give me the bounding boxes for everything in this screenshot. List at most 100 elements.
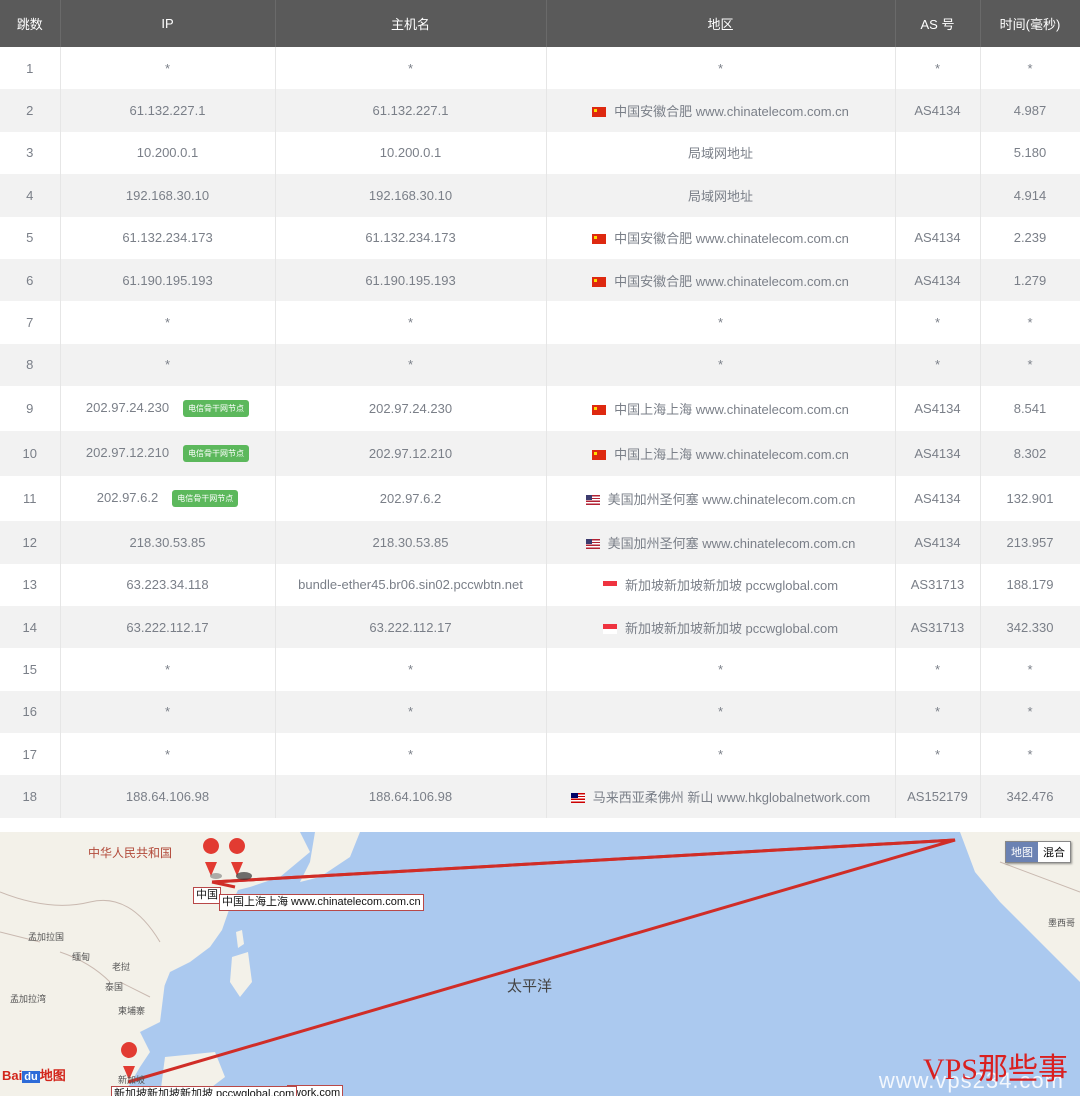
- ip-cell[interactable]: 61.132.227.1: [60, 89, 275, 131]
- hostname-cell: *: [275, 47, 546, 89]
- hop-cell: 12: [0, 521, 60, 563]
- time-cell: *: [980, 733, 1080, 775]
- time-cell-text: 8.541: [1014, 401, 1047, 416]
- ip-cell[interactable]: 10.200.0.1: [60, 132, 275, 174]
- time-cell: 5.180: [980, 132, 1080, 174]
- ip-cell[interactable]: 192.168.30.10: [60, 174, 275, 216]
- hop-cell-text: 17: [23, 747, 37, 762]
- map-popup-singapore: 新加坡新加坡新加坡 pccwglobal.com: [111, 1086, 297, 1096]
- ip-cell[interactable]: *: [60, 47, 275, 89]
- table-row: 261.132.227.161.132.227.1中国安徽合肥 www.chin…: [0, 89, 1080, 131]
- hop-cell: 4: [0, 174, 60, 216]
- ip-cell[interactable]: *: [60, 691, 275, 733]
- hop-cell: 13: [0, 564, 60, 606]
- table-row: 18188.64.106.98188.64.106.98马来西亚柔佛州 新山 w…: [0, 775, 1080, 817]
- ip-cell[interactable]: *: [60, 648, 275, 690]
- as-cell-text: *: [935, 315, 940, 330]
- table-row: 561.132.234.17361.132.234.173中国安徽合肥 www.…: [0, 217, 1080, 259]
- as-cell-text: AS4134: [914, 230, 960, 245]
- header-hostname[interactable]: 主机名: [275, 0, 546, 47]
- table-row: 7*****: [0, 301, 1080, 343]
- ip-cell-text: 202.97.6.2: [97, 490, 158, 505]
- header-time[interactable]: 时间(毫秒): [980, 0, 1080, 47]
- ip-cell[interactable]: *: [60, 344, 275, 386]
- region-cell: 局域网地址: [546, 174, 895, 216]
- hop-cell: 10: [0, 431, 60, 476]
- ip-cell[interactable]: 218.30.53.85: [60, 521, 275, 563]
- flag-us-icon: [586, 539, 600, 549]
- ip-cell[interactable]: 202.97.6.2电信骨干网节点: [60, 476, 275, 521]
- hostname-cell: 10.200.0.1: [275, 132, 546, 174]
- ip-cell[interactable]: 202.97.12.210电信骨干网节点: [60, 431, 275, 476]
- hostname-cell-text: 192.168.30.10: [369, 188, 452, 203]
- flag-cn-icon: [592, 277, 606, 287]
- table-row: 310.200.0.110.200.0.1局域网地址5.180: [0, 132, 1080, 174]
- hostname-cell-text: *: [408, 315, 413, 330]
- ip-cell[interactable]: 63.222.112.17: [60, 606, 275, 648]
- traceroute-table: 跳数 IP 主机名 地区 AS 号 时间(毫秒) 1*****261.132.2…: [0, 0, 1080, 818]
- as-cell-text: AS4134: [914, 446, 960, 461]
- hop-cell-text: 14: [23, 620, 37, 635]
- hop-cell-text: 8: [26, 357, 33, 372]
- region-cell: 马来西亚柔佛州 新山 www.hkglobalnetwork.com: [546, 775, 895, 817]
- as-cell: *: [895, 301, 980, 343]
- header-as[interactable]: AS 号: [895, 0, 980, 47]
- hostname-cell: 188.64.106.98: [275, 775, 546, 817]
- ip-cell-text: *: [165, 747, 170, 762]
- hostname-cell-text: *: [408, 747, 413, 762]
- ip-cell[interactable]: 63.223.34.118: [60, 564, 275, 606]
- as-cell: AS4134: [895, 89, 980, 131]
- region-cell: 美国加州圣何塞 www.chinatelecom.com.cn: [546, 521, 895, 563]
- hostname-cell: *: [275, 648, 546, 690]
- header-ip[interactable]: IP: [60, 0, 275, 47]
- region-cell-text: *: [718, 357, 723, 372]
- hostname-cell: 202.97.6.2: [275, 476, 546, 521]
- ip-cell[interactable]: *: [60, 301, 275, 343]
- map-type-hybrid-button[interactable]: 混合: [1038, 842, 1070, 862]
- table-row: 1*****: [0, 47, 1080, 89]
- map-label: 孟加拉湾: [10, 992, 46, 1005]
- time-cell: 213.957: [980, 521, 1080, 563]
- ip-cell[interactable]: 61.132.234.173: [60, 217, 275, 259]
- time-cell-text: 5.180: [1014, 145, 1047, 160]
- ip-cell[interactable]: 188.64.106.98: [60, 775, 275, 817]
- hostname-cell-text: *: [408, 61, 413, 76]
- table-row: 661.190.195.19361.190.195.193中国安徽合肥 www.…: [0, 259, 1080, 301]
- hop-cell-text: 15: [23, 662, 37, 677]
- as-cell: *: [895, 691, 980, 733]
- time-cell-text: 188.179: [1007, 577, 1054, 592]
- map-type-map-button[interactable]: 地图: [1006, 842, 1038, 862]
- ip-cell[interactable]: 61.190.195.193: [60, 259, 275, 301]
- baidu-logo[interactable]: Baidu地图: [2, 1065, 66, 1084]
- map-popup-shanghai: 中国上海上海 www.chinatelecom.com.cn: [219, 894, 424, 911]
- ip-cell-text: 63.223.34.118: [126, 577, 208, 592]
- ip-cell[interactable]: 202.97.24.230电信骨干网节点: [60, 386, 275, 431]
- hostname-cell-text: 202.97.12.210: [369, 446, 452, 461]
- map-label-singapore: 新加坡: [118, 1073, 145, 1086]
- time-cell-text: 132.901: [1007, 491, 1054, 506]
- hop-cell-text: 12: [23, 535, 37, 550]
- header-region[interactable]: 地区: [546, 0, 895, 47]
- time-cell: *: [980, 691, 1080, 733]
- ip-cell-text: 61.190.195.193: [122, 273, 212, 288]
- time-cell-text: 342.330: [1007, 620, 1054, 635]
- ip-cell-text: *: [165, 315, 170, 330]
- as-cell: AS4134: [895, 217, 980, 259]
- time-cell-text: *: [1027, 662, 1032, 677]
- ip-cell[interactable]: *: [60, 733, 275, 775]
- hop-cell: 3: [0, 132, 60, 174]
- hostname-cell-text: 61.190.195.193: [365, 273, 455, 288]
- as-cell-text: *: [935, 357, 940, 372]
- baidu-logo-text-end: 地图: [40, 1068, 66, 1083]
- hostname-cell-text: *: [408, 662, 413, 677]
- flag-my-icon: [571, 793, 585, 803]
- region-cell-text: 新加坡新加坡新加坡 pccwglobal.com: [625, 621, 838, 636]
- as-cell: AS4134: [895, 521, 980, 563]
- hostname-cell: *: [275, 733, 546, 775]
- route-map[interactable]: 中华人民共和国 太平洋 孟加拉国 孟加拉湾 缅甸 老挝 泰国 柬埔寨 墨西哥 新…: [0, 832, 1080, 1096]
- hostname-cell-text: 63.222.112.17: [369, 620, 451, 635]
- hostname-cell: 61.190.195.193: [275, 259, 546, 301]
- table-row: 9202.97.24.230电信骨干网节点202.97.24.230中国上海上海…: [0, 386, 1080, 431]
- header-hop[interactable]: 跳数: [0, 0, 60, 47]
- backbone-node-badge: 电信骨干网节点: [183, 445, 249, 462]
